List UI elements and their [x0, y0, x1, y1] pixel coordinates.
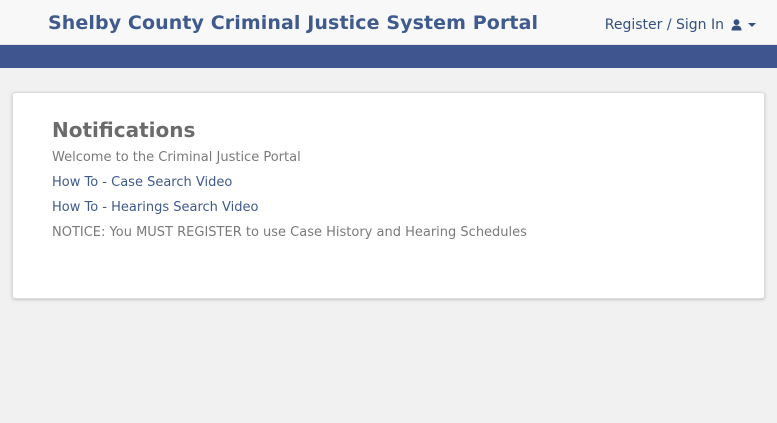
top-navbar: Shelby County Criminal Justice System Po…	[0, 0, 777, 45]
notifications-panel: Notifications Welcome to the Criminal Ju…	[12, 92, 765, 299]
notifications-heading: Notifications	[52, 118, 196, 142]
nav-band	[0, 45, 777, 68]
user-icon	[731, 19, 742, 31]
registration-notice: NOTICE: You MUST REGISTER to use Case Hi…	[52, 225, 527, 240]
caret-down-icon	[748, 23, 756, 27]
site-title[interactable]: Shelby County Criminal Justice System Po…	[48, 12, 538, 34]
welcome-message: Welcome to the Criminal Justice Portal	[52, 150, 301, 165]
hearings-search-video-link[interactable]: How To - Hearings Search Video	[52, 200, 258, 215]
register-sign-in-label: Register / Sign In	[604, 17, 724, 33]
register-sign-in-menu[interactable]: Register / Sign In	[605, 17, 756, 33]
case-search-video-link[interactable]: How To - Case Search Video	[52, 175, 232, 190]
